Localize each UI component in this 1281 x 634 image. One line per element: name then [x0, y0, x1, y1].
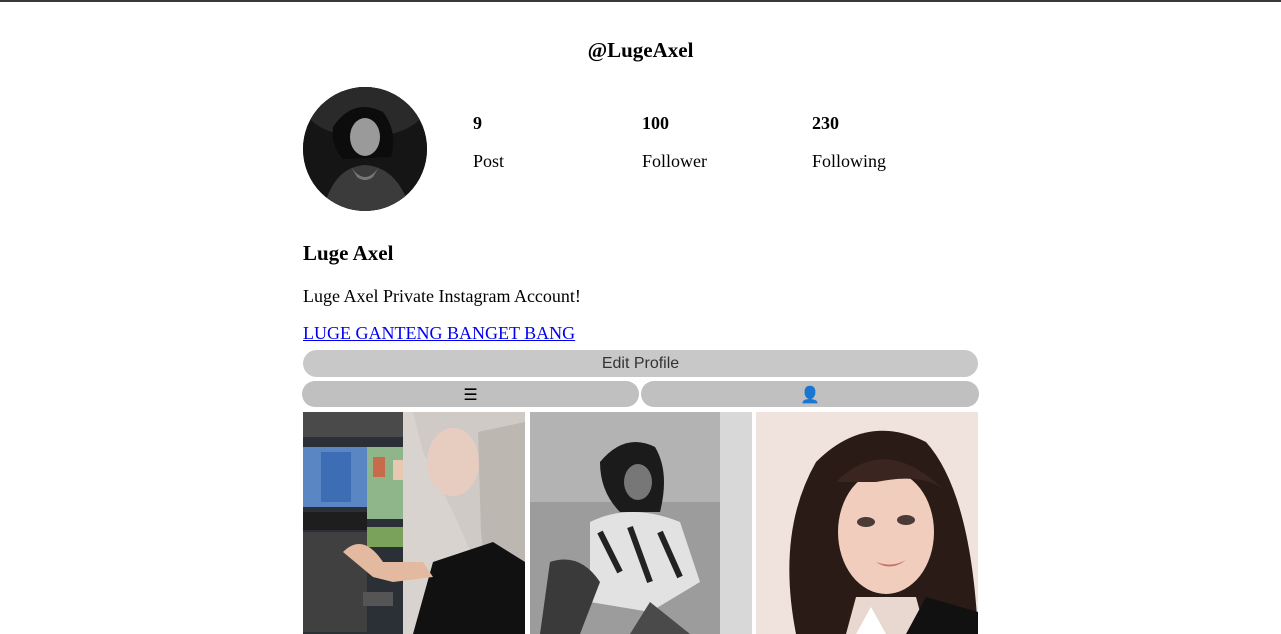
stat-followers-value: 100: [642, 113, 669, 133]
hamburger-menu-icon: ☰: [463, 384, 478, 404]
stat-posts[interactable]: 9 Post: [473, 113, 504, 172]
bio: Luge Axel Private Instagram Account!: [303, 286, 581, 306]
tab-tagged[interactable]: 👤: [641, 381, 979, 407]
avatar-photo: [303, 87, 427, 211]
post-photo-3: [756, 412, 978, 634]
tab-posts-grid[interactable]: ☰: [302, 381, 639, 407]
stat-posts-value: 9: [473, 113, 482, 133]
stat-posts-label: Post: [473, 151, 505, 171]
profile-link[interactable]: LUGE GANTENG BANGET BANG: [303, 323, 575, 344]
stat-following-value: 230: [812, 113, 839, 133]
post-photo-1: [303, 412, 525, 634]
stat-following-label: Following: [812, 151, 887, 171]
post-thumbnail-2[interactable]: [530, 412, 752, 634]
post-thumbnail-1[interactable]: [303, 412, 525, 634]
top-border: [0, 0, 1281, 2]
profile-username: @LugeAxel: [587, 38, 694, 62]
stat-following[interactable]: 230 Following: [812, 113, 886, 172]
display-name: Luge Axel: [303, 241, 394, 265]
stat-followers-label: Follower: [642, 151, 707, 171]
stat-followers[interactable]: 100 Follower: [642, 113, 707, 172]
person-icon: 👤: [800, 384, 820, 404]
edit-profile-button[interactable]: Edit Profile: [303, 350, 978, 377]
post-photo-2: [530, 412, 752, 634]
post-thumbnail-3[interactable]: [756, 412, 978, 634]
avatar[interactable]: [303, 87, 427, 211]
